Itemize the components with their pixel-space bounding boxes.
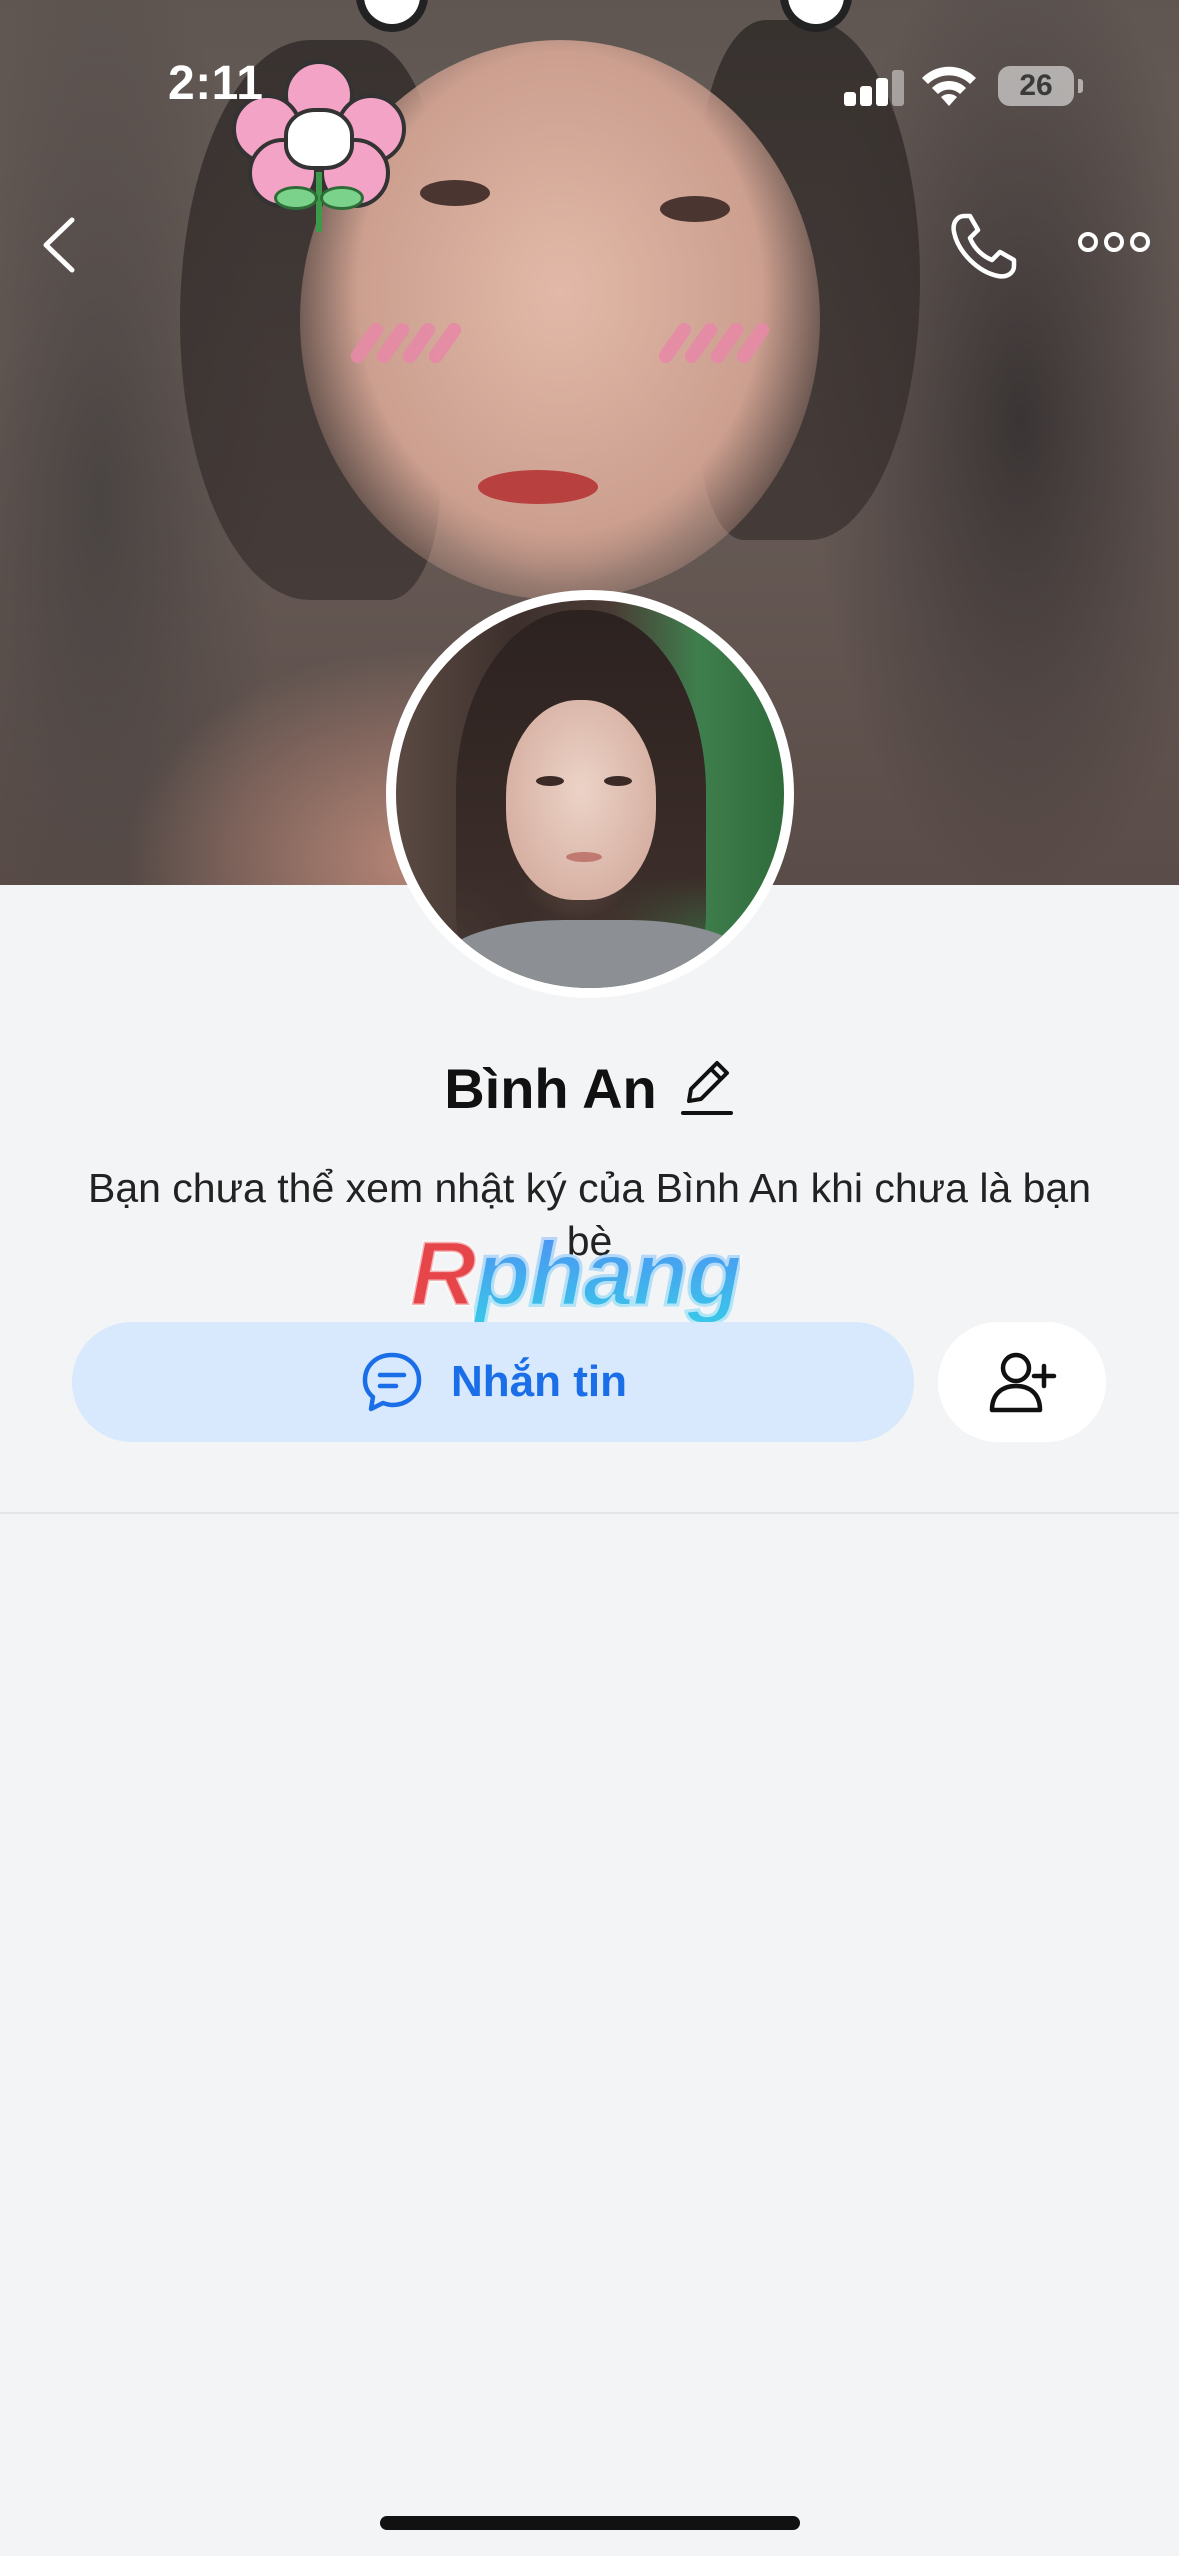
home-indicator[interactable] (380, 2516, 800, 2530)
section-divider (0, 1512, 1179, 1514)
status-time: 2:11 (168, 57, 264, 110)
more-horizontal-icon[interactable] (1076, 220, 1152, 264)
cat-ear-sticker (356, 0, 428, 32)
watermark-logo: Rphang (408, 1223, 743, 1325)
blush-sticker (348, 320, 510, 366)
add-friend-button[interactable] (938, 1322, 1106, 1442)
message-button[interactable]: Nhắn tin (72, 1322, 914, 1442)
battery-indicator: 26 (998, 66, 1083, 106)
cover-eye (660, 196, 730, 222)
phone-icon[interactable] (944, 206, 1024, 286)
chat-bubble-icon (362, 1352, 422, 1412)
wifi-icon (922, 66, 976, 106)
cellular-signal-icon (844, 70, 904, 106)
blush-sticker (656, 320, 818, 366)
user-plus-icon (989, 1352, 1057, 1413)
pencil-icon[interactable] (679, 1057, 735, 1119)
chevron-left-icon[interactable] (30, 210, 90, 280)
battery-level: 26 (1019, 69, 1053, 102)
avatar[interactable] (386, 590, 794, 998)
cover-eye (420, 180, 490, 206)
profile-name: Bình An (444, 1056, 657, 1120)
profile-name-row: Bình An (0, 1048, 1179, 1128)
message-button-label: Nhắn tin (451, 1357, 627, 1406)
cover-lips (478, 470, 598, 504)
